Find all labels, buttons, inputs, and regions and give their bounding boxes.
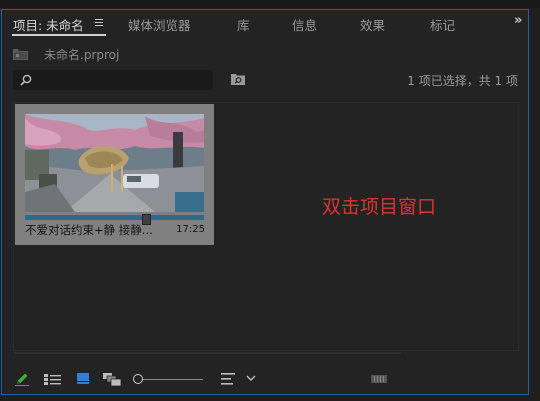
project-items-area[interactable]: 不爱对话约束+静 接静... 17:25 <box>13 102 519 351</box>
project-panel: 项目: 未命名 媒体浏览器 库 信息 效果 标记 » 未命名.prproj 1 … <box>1 9 529 395</box>
active-tab-underline <box>12 34 106 36</box>
scroll-grip-icon[interactable] <box>371 375 387 383</box>
clip-name[interactable]: 不爱对话约束+静 接静... <box>25 222 165 238</box>
bin-search-icon[interactable] <box>231 73 245 85</box>
clip-thumbnail[interactable] <box>25 114 204 212</box>
list-view-icon[interactable] <box>44 374 61 385</box>
horizontal-scrollbar[interactable] <box>14 352 401 354</box>
pencil-icon[interactable] <box>15 372 29 386</box>
annotation-text: 双击项目窗口 <box>322 196 437 218</box>
search-input[interactable] <box>13 70 213 90</box>
clip-usage-bar <box>25 214 204 225</box>
freeform-view-icon[interactable] <box>103 373 121 386</box>
project-filename: 未命名.prproj <box>44 48 120 62</box>
panel-tabbar: 项目: 未命名 媒体浏览器 库 信息 效果 标记 » <box>2 10 528 37</box>
bottom-toolbar <box>2 366 528 394</box>
search-icon <box>20 74 32 86</box>
chevron-down-icon[interactable] <box>246 373 256 383</box>
clip-duration: 17:25 <box>176 224 205 235</box>
tab-info[interactable]: 信息 <box>292 15 317 34</box>
tab-project[interactable]: 项目: 未命名 <box>13 15 84 34</box>
folder-icon <box>13 49 28 60</box>
tab-effects[interactable]: 效果 <box>360 15 385 34</box>
window-top-strip <box>0 0 540 8</box>
zoom-slider[interactable] <box>133 373 205 385</box>
panel-menu-icon[interactable] <box>95 19 103 26</box>
zoom-slider-handle[interactable] <box>133 374 143 384</box>
selection-status: 1 项已选择，共 1 项 <box>407 74 518 88</box>
sort-icon[interactable] <box>221 373 235 385</box>
zoom-slider-track <box>139 379 203 380</box>
tab-markers[interactable]: 标记 <box>430 15 455 34</box>
clip-card[interactable]: 不爱对话约束+静 接静... 17:25 <box>15 104 214 245</box>
icon-view-icon[interactable] <box>77 373 89 384</box>
tab-media-browser[interactable]: 媒体浏览器 <box>128 15 191 34</box>
tab-libraries[interactable]: 库 <box>237 15 250 34</box>
overflow-icon[interactable]: » <box>514 13 522 28</box>
